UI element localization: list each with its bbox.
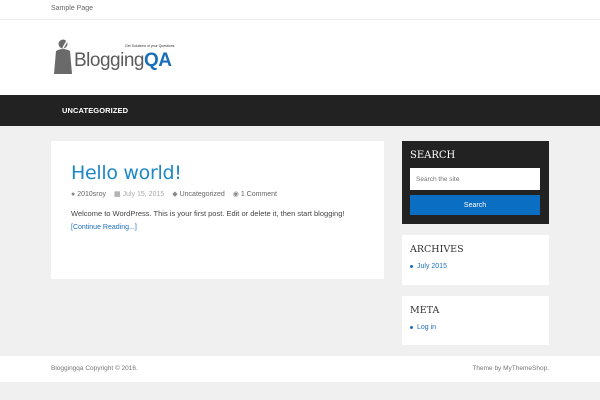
sample-page-link[interactable]: Sample Page xyxy=(51,5,93,12)
post-card: Hello world! ● 2010sroy ▦ July 15, 2015 ◆ U… xyxy=(51,141,384,279)
post-excerpt: Welcome to WordPress. This is your first… xyxy=(71,209,345,218)
site-logo[interactable]: Get Solutions of your Questions Blogging… xyxy=(51,38,191,76)
footer-theme-credit[interactable]: Theme by MyThemeShop. xyxy=(472,365,549,372)
post-comments[interactable]: 1 Comment xyxy=(241,191,277,198)
logo-tagline: Get Solutions of your Questions xyxy=(125,44,175,48)
post-author[interactable]: 2010sroy xyxy=(77,191,106,198)
search-widget-title: SEARCH xyxy=(410,150,456,161)
main-nav: UNCATEGORIZED xyxy=(0,95,600,126)
post-title[interactable]: Hello world! xyxy=(71,162,182,184)
calendar-icon: ▦ xyxy=(113,191,121,198)
thinker-figure-icon xyxy=(54,39,72,74)
search-input[interactable] xyxy=(410,168,540,190)
login-link[interactable]: Log in xyxy=(410,324,436,331)
user-icon: ● xyxy=(71,191,76,198)
logo-text: BloggingQA xyxy=(74,50,172,71)
archives-widget: ARCHIVES July 2015 xyxy=(402,235,549,285)
site-footer: Bloggingqa Copyright © 2016. Theme by My… xyxy=(0,356,600,382)
footer-copyright: Bloggingqa Copyright © 2016. xyxy=(51,365,138,372)
meta-widget-title: META xyxy=(410,305,440,316)
continue-reading-link[interactable]: [Continue Reading...] xyxy=(71,224,137,231)
archives-widget-title: ARCHIVES xyxy=(410,244,464,255)
archives-list: July 2015 xyxy=(410,263,447,270)
post-meta: ● 2010sroy ▦ July 15, 2015 ◆ Uncategorized … xyxy=(71,190,283,198)
tag-icon: ◆ xyxy=(172,191,178,198)
meta-list: Log in xyxy=(410,324,436,331)
nav-item-uncategorized[interactable]: UNCATEGORIZED xyxy=(62,106,128,115)
search-widget: SEARCH Search xyxy=(402,141,549,224)
meta-widget: META Log in xyxy=(402,296,549,345)
post-date: July 15, 2015 xyxy=(122,191,165,198)
archive-item[interactable]: July 2015 xyxy=(410,263,447,270)
top-bar: Sample Page xyxy=(0,0,600,20)
search-button[interactable]: Search xyxy=(410,195,540,215)
site-header: Get Solutions of your Questions Blogging… xyxy=(0,20,600,95)
comment-icon: ◉ xyxy=(232,191,239,198)
post-category[interactable]: Uncategorized xyxy=(180,191,225,198)
